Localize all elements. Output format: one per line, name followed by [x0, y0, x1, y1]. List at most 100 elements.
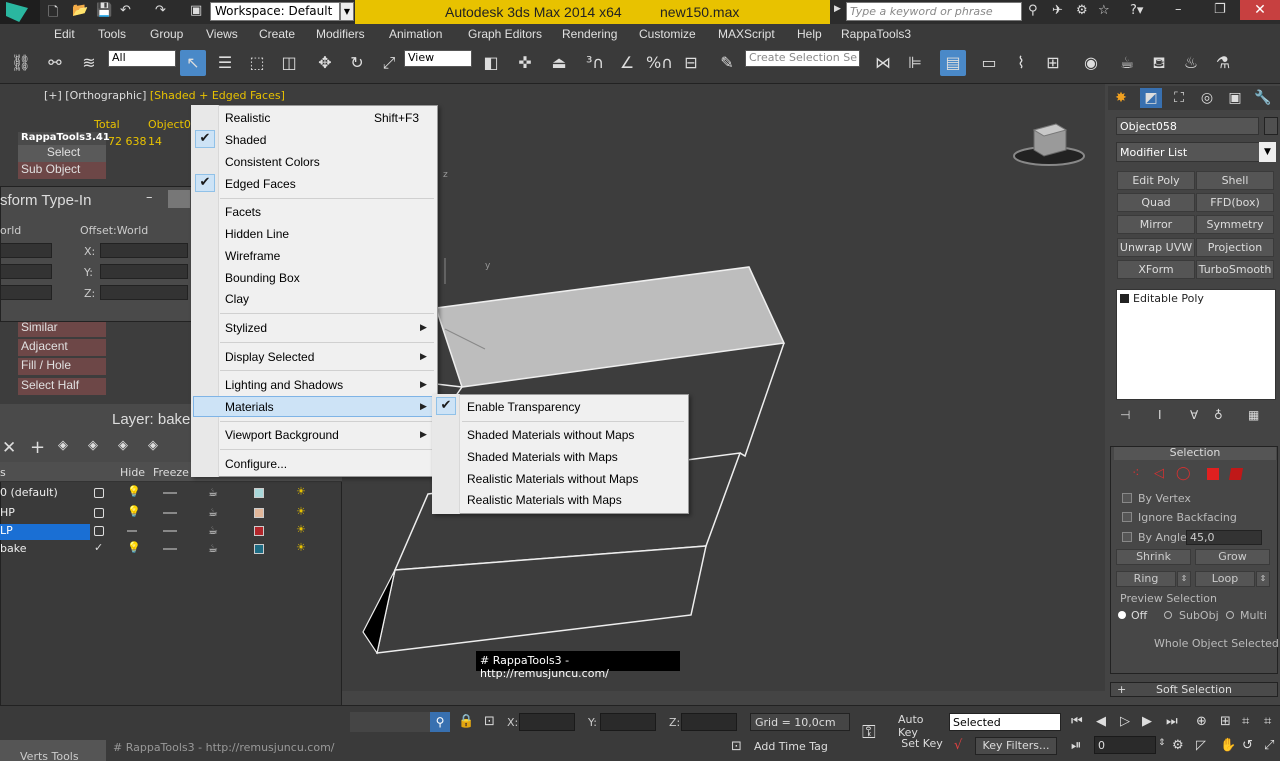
viewport-shading-label[interactable]: [Shaded + Edged Faces] — [150, 89, 285, 102]
shell-button[interactable]: Shell — [1196, 171, 1274, 190]
select-object-icon[interactable]: ↖ — [180, 50, 206, 76]
abs-y-field[interactable] — [0, 264, 52, 279]
ignore-backfacing-checkbox[interactable] — [1122, 512, 1132, 522]
rappa-adjacent-button[interactable]: Adjacent — [18, 339, 106, 356]
active-layer-box[interactable] — [94, 526, 104, 536]
help-icon[interactable]: ?▾ — [1130, 3, 1143, 18]
radiosity-icon[interactable]: ☀ — [296, 523, 306, 536]
freeze-toggle[interactable] — [163, 512, 177, 514]
layer-name[interactable]: HP — [0, 506, 90, 522]
viewport-view-label[interactable]: [+] [Orthographic] — [44, 89, 146, 102]
submenu-shaded-with-maps[interactable]: Shaded Materials with Maps — [467, 450, 618, 464]
redo-icon[interactable]: ↷ — [155, 3, 166, 18]
selection-filter-dropdown[interactable]: All — [108, 50, 176, 67]
rotate-icon[interactable]: ↻ — [344, 50, 370, 76]
pin-stack-icon[interactable]: ⊣ — [1120, 408, 1130, 422]
submenu-enable-transparency[interactable]: Enable Transparency — [467, 400, 580, 414]
select-by-name-icon[interactable]: ☰ — [212, 50, 238, 76]
lock-selection-icon[interactable]: 🔒 — [458, 714, 474, 729]
workspace-dropdown[interactable]: Workspace: Default — [210, 2, 340, 21]
active-layer-box[interactable] — [94, 488, 104, 498]
freeze-toggle[interactable] — [163, 492, 177, 494]
polygon-mode-icon[interactable] — [1207, 468, 1219, 480]
xform-button[interactable]: XForm — [1117, 260, 1195, 279]
zoom-icon[interactable]: ⊕ — [1196, 714, 1207, 729]
link-icon[interactable]: ⛓ — [8, 50, 34, 76]
layer-color-swatch[interactable] — [254, 508, 264, 518]
freeze-toggle[interactable] — [163, 548, 177, 550]
named-selection-set-input[interactable]: Create Selection Se — [745, 50, 860, 67]
menu-item-display-selected[interactable]: Display Selected — [225, 350, 314, 364]
radiosity-icon[interactable]: ☀ — [296, 485, 306, 498]
rappa-select-half-button[interactable]: Select Half — [18, 378, 106, 395]
menu-item-viewport-background[interactable]: Viewport Background — [225, 428, 339, 442]
menu-tools[interactable]: Tools — [98, 27, 126, 41]
preview-off-radio[interactable] — [1118, 611, 1126, 619]
y-coord-field[interactable] — [600, 713, 656, 731]
project-folder-icon[interactable]: ▣ — [190, 3, 202, 18]
projection-button[interactable]: Projection — [1196, 238, 1274, 257]
next-frame-icon[interactable]: ▶ — [1142, 714, 1152, 729]
layer-name[interactable]: bake — [0, 542, 90, 558]
offset-y-field[interactable] — [100, 264, 188, 279]
material-editor-icon[interactable]: ◉ — [1078, 50, 1104, 76]
make-unique-icon[interactable]: ∀ — [1190, 408, 1198, 422]
app-menu-button[interactable] — [0, 0, 40, 24]
edge-mode-icon[interactable]: ◁ — [1154, 466, 1164, 481]
graphite-ribbon-icon[interactable]: ▭ — [976, 50, 1002, 76]
remove-modifier-icon[interactable]: ♁ — [1214, 408, 1223, 422]
absolute-mode-icon[interactable]: ⊡ — [484, 714, 495, 729]
check-icon[interactable]: ✓ — [94, 541, 103, 554]
object-color-swatch[interactable] — [1264, 117, 1278, 135]
zoom-extents-all-icon[interactable]: ⌗ — [1264, 714, 1271, 729]
pivot-center-icon[interactable]: ◧ — [478, 50, 504, 76]
preview-subobj-radio[interactable] — [1164, 611, 1172, 619]
dialog-minimize-icon[interactable]: – — [146, 190, 153, 205]
loop-button[interactable]: Loop — [1195, 571, 1255, 587]
menu-graph-editors[interactable]: Graph Editors — [468, 27, 542, 41]
select-manipulate-icon[interactable]: ✜ — [512, 50, 538, 76]
layer-color-swatch[interactable] — [254, 488, 264, 498]
render-teapot-icon[interactable]: ☕ — [208, 506, 218, 519]
ring-button[interactable]: Ring — [1116, 571, 1176, 587]
current-frame-field[interactable]: 0 — [1094, 736, 1156, 754]
curve-editor-icon[interactable]: ⌇ — [1008, 50, 1034, 76]
set-key-icon[interactable]: ⚿ — [862, 722, 876, 743]
motion-tab-icon[interactable]: ◎ — [1196, 88, 1218, 108]
loop-spinner[interactable]: ⇕ — [1256, 571, 1270, 587]
menu-item-wireframe[interactable]: Wireframe — [225, 249, 280, 263]
menu-rendering[interactable]: Rendering — [562, 27, 617, 41]
save-icon[interactable]: 💾 — [96, 3, 112, 18]
utilities-tab-icon[interactable]: 🔧 — [1252, 88, 1274, 108]
edit-named-selection-icon[interactable]: ✎ — [714, 50, 740, 76]
close-icon[interactable]: ✕ — [1240, 0, 1280, 20]
play-icon[interactable]: ▷ — [1120, 714, 1130, 729]
x-coord-field[interactable] — [519, 713, 575, 731]
select-in-layer-icon[interactable]: ◈ — [88, 438, 98, 453]
radiosity-icon[interactable]: ☀ — [296, 505, 306, 518]
maximize-icon[interactable]: ❐ — [1214, 2, 1226, 17]
preview-multi-radio[interactable] — [1226, 611, 1234, 619]
snaps-toggle-icon[interactable]: ³∩ — [582, 50, 608, 76]
render-setup-icon[interactable]: ☕ — [1114, 50, 1140, 76]
menu-item-bounding-box[interactable]: Bounding Box — [225, 271, 300, 285]
by-angle-checkbox[interactable] — [1122, 532, 1132, 542]
rectangle-region-icon[interactable]: ⬚ — [244, 50, 270, 76]
menu-help[interactable]: Help — [797, 27, 822, 41]
menu-item-lighting-shadows[interactable]: Lighting and Shadows — [225, 378, 343, 392]
hide-all-icon[interactable]: ◈ — [148, 438, 158, 453]
turbosmooth-button[interactable]: TurboSmooth — [1196, 260, 1274, 279]
grow-button[interactable]: Grow — [1195, 549, 1270, 565]
search-input[interactable]: Type a keyword or phrase — [846, 2, 1022, 21]
vertex-mode-icon[interactable]: ⁖ — [1132, 466, 1140, 481]
freeze-toggle[interactable] — [163, 530, 177, 532]
unwrap-uvw-button[interactable]: Unwrap UVW — [1117, 238, 1195, 257]
menu-animation[interactable]: Animation — [389, 27, 442, 41]
goto-start-icon[interactable]: ⏮ — [1071, 714, 1083, 729]
communication-icon[interactable]: ⚙ — [1076, 3, 1088, 18]
z-coord-field[interactable] — [681, 713, 737, 731]
rappa-select-button[interactable]: Select — [18, 145, 106, 162]
submenu-realistic-no-maps[interactable]: Realistic Materials without Maps — [467, 472, 638, 486]
window-crossing-icon[interactable]: ◫ — [276, 50, 302, 76]
mirror-button[interactable]: Mirror — [1117, 215, 1195, 234]
